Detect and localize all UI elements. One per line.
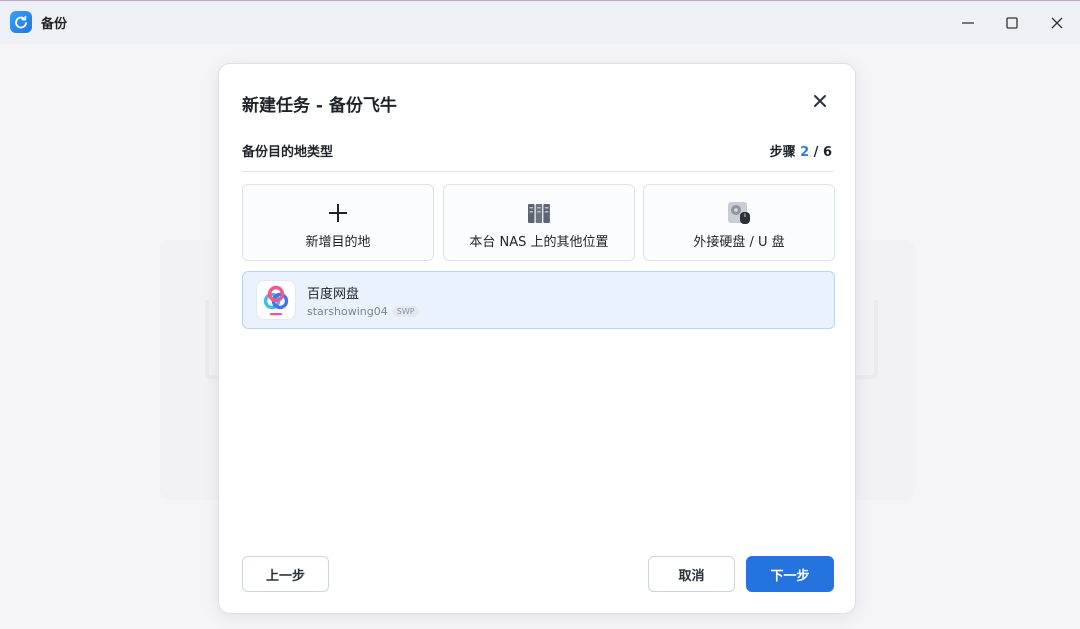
step-total: 6 bbox=[822, 145, 832, 160]
maximize-button[interactable] bbox=[998, 9, 1026, 37]
tile-label: 新增目的地 bbox=[305, 235, 371, 250]
prev-step-button[interactable]: 上一步 bbox=[242, 556, 329, 592]
title-bar: 备份 bbox=[0, 0, 1080, 44]
plus-icon bbox=[325, 200, 351, 226]
destination-account-row: starshowing04 SWP bbox=[307, 305, 419, 318]
minimize-button[interactable] bbox=[954, 9, 982, 37]
tile-local-nas[interactable]: 本台 NAS 上的其他位置 bbox=[443, 184, 635, 261]
tile-label: 本台 NAS 上的其他位置 bbox=[469, 235, 609, 250]
server-rack-icon bbox=[526, 200, 552, 226]
step-prefix: 步骤 bbox=[769, 145, 801, 160]
destination-account: starshowing04 bbox=[307, 305, 388, 318]
step-current: 2 bbox=[800, 145, 810, 160]
step-indicator: 步骤 2 / 6 bbox=[770, 141, 832, 160]
tile-external-drive[interactable]: 外接硬盘 / U 盘 bbox=[643, 184, 835, 261]
next-step-button[interactable]: 下一步 bbox=[746, 556, 834, 592]
tile-add-destination[interactable]: 新增目的地 bbox=[242, 184, 434, 261]
destination-item-baidu[interactable]: 百度网盘 starshowing04 SWP bbox=[242, 271, 835, 329]
destination-name: 百度网盘 bbox=[307, 287, 360, 302]
tile-label: 外接硬盘 / U 盘 bbox=[693, 235, 785, 250]
close-icon bbox=[1051, 17, 1063, 29]
close-window-button[interactable] bbox=[1043, 9, 1071, 37]
baidu-netdisk-icon bbox=[256, 280, 296, 320]
destination-badge: SWP bbox=[392, 306, 419, 317]
divider bbox=[242, 171, 834, 172]
maximize-icon bbox=[1006, 17, 1018, 29]
refresh-icon bbox=[10, 11, 32, 33]
dialog-title: 新建任务 - 备份飞牛 bbox=[242, 96, 397, 116]
minimize-icon bbox=[962, 22, 974, 24]
new-task-dialog: 新建任务 - 备份飞牛 备份目的地类型 步骤 2 / 6 新增目的地 本台 NA… bbox=[218, 63, 856, 614]
cancel-button[interactable]: 取消 bbox=[648, 556, 735, 592]
close-icon bbox=[814, 95, 826, 107]
step-separator: / bbox=[809, 145, 823, 160]
external-drive-icon bbox=[726, 200, 752, 226]
dialog-close-button[interactable] bbox=[810, 91, 830, 111]
window-title: 备份 bbox=[41, 17, 68, 32]
section-label: 备份目的地类型 bbox=[242, 145, 334, 160]
